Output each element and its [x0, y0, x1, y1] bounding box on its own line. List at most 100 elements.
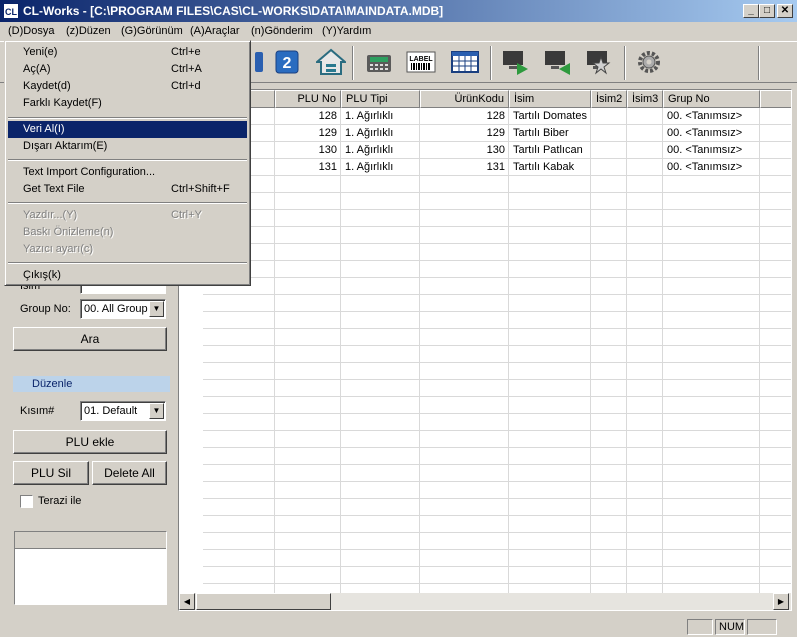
scale-button[interactable] — [362, 46, 396, 78]
cell-product-code[interactable]: 128 — [420, 108, 509, 125]
cell-plu-type[interactable]: 1. Ağırlıklı — [341, 108, 420, 125]
cell-group-no[interactable]: 00. <Tanımsız> — [663, 142, 760, 159]
menu-item-export[interactable]: Dışarı Aktarım(E) — [8, 138, 247, 155]
home-button[interactable] — [314, 46, 348, 78]
row-header[interactable] — [179, 465, 203, 482]
delete-plu-button[interactable]: PLU Sil — [13, 461, 89, 485]
scrollbar-thumb[interactable] — [196, 593, 331, 610]
menu-edit[interactable]: (z)Düzen — [66, 25, 111, 37]
cell-name[interactable]: Tartılı Kabak — [509, 159, 591, 176]
menu-item-exit[interactable]: Çıkış(k) — [8, 267, 247, 284]
menu-tools[interactable]: (A)Araçlar — [190, 25, 240, 37]
row-header[interactable] — [179, 516, 203, 533]
row-header[interactable] — [179, 550, 203, 567]
row-header[interactable] — [179, 533, 203, 550]
row-header[interactable] — [179, 346, 203, 363]
row-divider — [179, 413, 791, 414]
cell-name2[interactable] — [591, 108, 627, 125]
cell-plu-no[interactable]: 128 — [275, 108, 341, 125]
menu-item-save-as[interactable]: Farklı Kaydet(F) — [8, 95, 247, 112]
menu-item-import[interactable]: Veri Al(I) — [8, 121, 247, 138]
label-button[interactable]: LABEL — [404, 46, 438, 78]
cell-name3[interactable] — [627, 159, 663, 176]
department-select[interactable]: 01. Default ▼ — [80, 401, 166, 421]
search-button[interactable]: Ara — [13, 327, 167, 351]
cell-plu-type[interactable]: 1. Ağırlıklı — [341, 142, 420, 159]
cell-name2[interactable] — [591, 159, 627, 176]
scroll-right-icon[interactable]: ▶ — [773, 593, 789, 610]
cell-product-code[interactable]: 130 — [420, 142, 509, 159]
send-button[interactable] — [498, 46, 532, 78]
group-select[interactable]: 00. All Group ▼ — [80, 299, 166, 319]
column-header-plu-type[interactable]: PLU Tipi — [341, 90, 420, 108]
cell-name[interactable]: Tartılı Patlıcan — [509, 142, 591, 159]
column-header-name[interactable]: İsim — [509, 90, 591, 108]
cell-name3[interactable] — [627, 142, 663, 159]
close-button[interactable]: ✕ — [777, 4, 793, 18]
toolbar-separator — [758, 46, 760, 80]
settings-button[interactable] — [632, 46, 666, 78]
column-header-group-no[interactable]: Grup No — [663, 90, 760, 108]
chevron-down-icon[interactable]: ▼ — [149, 403, 164, 419]
column-header-product-code[interactable]: ÜrünKodu — [420, 90, 509, 108]
scroll-left-icon[interactable]: ◀ — [179, 593, 195, 610]
delete-all-button[interactable]: Delete All — [92, 461, 167, 485]
row-header[interactable] — [179, 567, 203, 584]
column-header-name2[interactable]: İsim2 — [591, 90, 627, 108]
cell-name[interactable]: Tartılı Biber — [509, 125, 591, 142]
receive-button[interactable] — [540, 46, 574, 78]
menu-item-get-text-file[interactable]: Get Text File Ctrl+Shift+F — [8, 181, 247, 198]
row-header[interactable] — [179, 363, 203, 380]
cell-plu-type[interactable]: 1. Ağırlıklı — [341, 159, 420, 176]
menu-item-text-import-config[interactable]: Text Import Configuration... — [8, 164, 247, 181]
row-header[interactable] — [179, 295, 203, 312]
menu-help[interactable]: (Y)Yardım — [322, 25, 371, 37]
column-divider — [626, 108, 627, 596]
toolbar-button-2[interactable]: 2 — [270, 46, 304, 78]
cell-name2[interactable] — [591, 142, 627, 159]
row-header[interactable] — [179, 380, 203, 397]
cell-group-no[interactable]: 00. <Tanımsız> — [663, 159, 760, 176]
column-header-extra — [760, 90, 791, 108]
row-header[interactable] — [179, 312, 203, 329]
cell-name3[interactable] — [627, 108, 663, 125]
monitor-settings-button[interactable] — [582, 46, 616, 78]
cell-name3[interactable] — [627, 125, 663, 142]
column-header-name3[interactable]: İsim3 — [627, 90, 663, 108]
minimize-button[interactable]: _ — [743, 4, 759, 18]
status-panel-caps — [687, 619, 713, 635]
cell-name[interactable]: Tartılı Domates — [509, 108, 591, 125]
cell-plu-no[interactable]: 129 — [275, 125, 341, 142]
row-header[interactable] — [179, 397, 203, 414]
cell-product-code[interactable]: 129 — [420, 125, 509, 142]
cell-group-no[interactable]: 00. <Tanımsız> — [663, 108, 760, 125]
scale-checkbox[interactable] — [20, 495, 33, 508]
row-header[interactable] — [179, 499, 203, 516]
horizontal-scrollbar[interactable]: ◀ ▶ — [179, 593, 791, 610]
cell-group-no[interactable]: 00. <Tanımsız> — [663, 125, 760, 142]
cell-product-code[interactable]: 131 — [420, 159, 509, 176]
cell-name2[interactable] — [591, 125, 627, 142]
row-divider — [179, 583, 791, 584]
column-header-plu-no[interactable]: PLU No — [275, 90, 341, 108]
cell-plu-no[interactable]: 130 — [275, 142, 341, 159]
menu-file[interactable]: (D)Dosya — [8, 25, 54, 37]
row-header[interactable] — [179, 431, 203, 448]
row-header[interactable] — [179, 414, 203, 431]
maximize-button[interactable]: □ — [759, 4, 775, 18]
menu-item-new[interactable]: Yeni(e) Ctrl+e — [8, 44, 247, 61]
menu-item-open[interactable]: Aç(A) Ctrl+A — [8, 61, 247, 78]
menu-view[interactable]: (G)Görünüm — [121, 25, 183, 37]
label-icon: LABEL — [406, 51, 436, 73]
row-header[interactable] — [179, 482, 203, 499]
menu-item-save[interactable]: Kaydet(d) Ctrl+d — [8, 78, 247, 95]
add-plu-button[interactable]: PLU ekle — [13, 430, 167, 454]
info-box-header — [15, 532, 166, 549]
cell-plu-no[interactable]: 131 — [275, 159, 341, 176]
chevron-down-icon[interactable]: ▼ — [149, 301, 164, 317]
cell-plu-type[interactable]: 1. Ağırlıklı — [341, 125, 420, 142]
menu-send[interactable]: (n)Gönderim — [251, 25, 313, 37]
row-header[interactable] — [179, 448, 203, 465]
row-header[interactable] — [179, 329, 203, 346]
table-button[interactable] — [448, 46, 482, 78]
